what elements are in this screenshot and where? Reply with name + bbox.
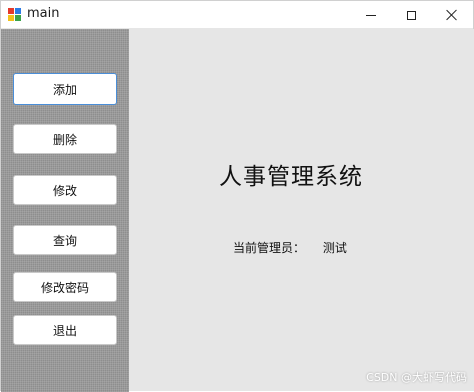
minimize-button[interactable] — [349, 1, 393, 29]
admin-label: 当前管理员： — [233, 241, 306, 255]
query-button[interactable]: 查询 — [13, 225, 117, 255]
admin-info: 当前管理员： 测试 — [233, 239, 347, 256]
page-title: 人事管理系统 — [219, 164, 363, 190]
watermark: CSDN @大虾写代码 — [366, 371, 467, 384]
change-password-button[interactable]: 修改密码 — [13, 272, 117, 302]
delete-button[interactable]: 删除 — [13, 124, 117, 154]
sidebar: 添加 删除 修改 查询 修改密码 退出 — [1, 29, 129, 392]
app-icon — [8, 8, 21, 21]
title-bar[interactable]: main — [1, 1, 473, 29]
modify-button[interactable]: 修改 — [13, 175, 117, 205]
maximize-icon — [406, 10, 416, 20]
window-title: main — [27, 6, 60, 21]
close-icon — [445, 9, 457, 21]
add-button[interactable]: 添加 — [13, 73, 117, 105]
close-button[interactable] — [429, 1, 473, 29]
app-window: main 添加 删除 修改 查询 修改密码 退出 人事管理系统 当前管理员： 测… — [0, 0, 474, 392]
maximize-button[interactable] — [389, 1, 433, 29]
main-panel: 人事管理系统 当前管理员： 测试 — [129, 29, 474, 391]
minimize-icon — [366, 14, 376, 16]
admin-name: 测试 — [322, 241, 347, 255]
exit-button[interactable]: 退出 — [13, 315, 117, 345]
